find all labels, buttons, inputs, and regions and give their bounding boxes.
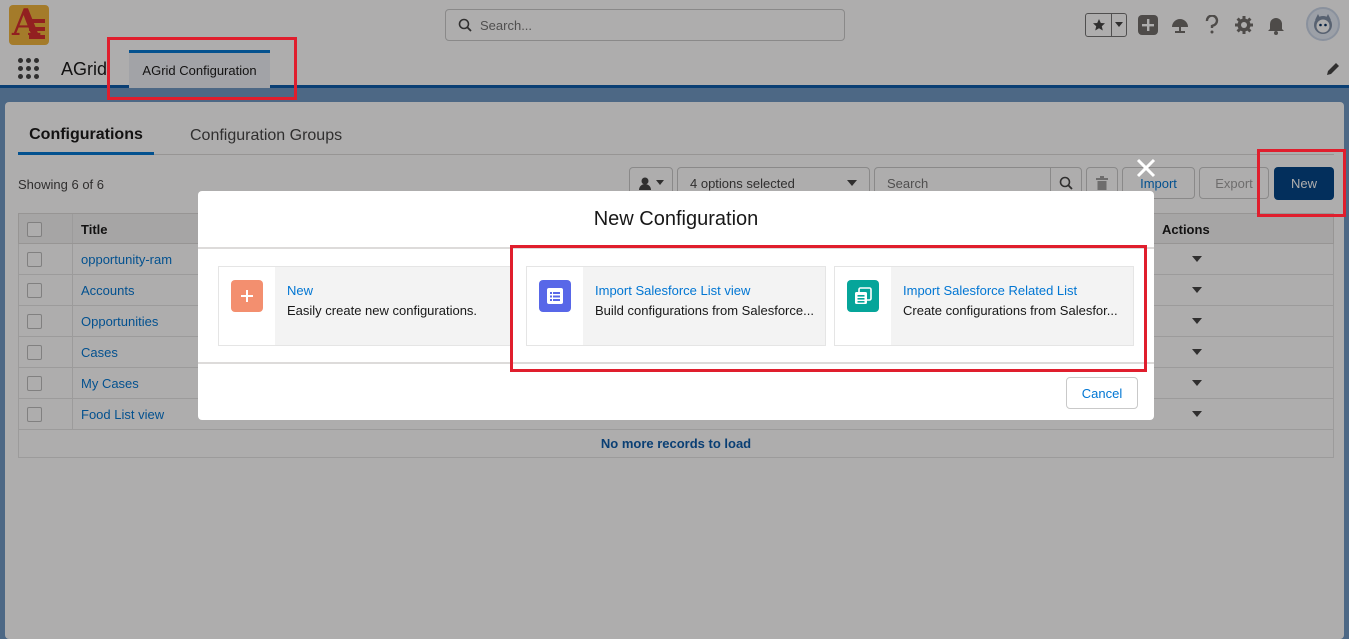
option-description: Easily create new configurations. xyxy=(287,303,478,318)
annotation-box xyxy=(1257,149,1346,217)
option-new[interactable]: New Easily create new configurations. xyxy=(218,266,512,346)
annotation-box xyxy=(510,245,1147,372)
modal-title: New Configuration xyxy=(198,191,1154,249)
close-icon[interactable] xyxy=(1134,156,1158,180)
plus-icon xyxy=(231,280,263,312)
option-title[interactable]: New xyxy=(287,283,313,298)
cancel-button[interactable]: Cancel xyxy=(1066,377,1138,409)
annotation-box xyxy=(107,37,297,100)
